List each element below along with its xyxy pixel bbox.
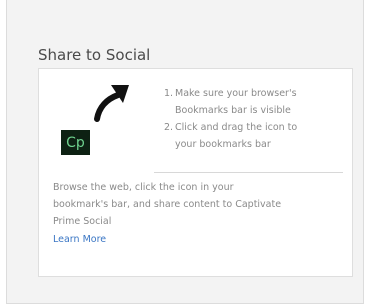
share-card: Cp 1. Make sure your browser's Bookmarks…: [38, 68, 353, 277]
curved-arrow-icon: [94, 85, 129, 122]
panel-title: Share to Social: [38, 46, 151, 64]
share-to-social-panel: Share to Social Cp 1. Make sure your bro…: [6, 0, 364, 304]
description: Browse the web, click the icon in your b…: [53, 179, 338, 230]
description-line: Browse the web, click the icon in your: [53, 182, 234, 193]
divider: [154, 172, 343, 173]
step-number: 1.: [164, 88, 174, 99]
description-line: Prime Social: [53, 216, 112, 227]
step-number: 2.: [164, 122, 174, 133]
step-text: Click and drag the icon to your bookmark…: [175, 119, 297, 153]
step-line: Make sure your browser's: [175, 88, 297, 99]
step-line: Bookmarks bar is visible: [175, 105, 291, 116]
learn-more-link[interactable]: Learn More: [53, 231, 106, 248]
captivate-bookmarklet-icon[interactable]: Cp: [61, 130, 90, 155]
step-text: Make sure your browser's Bookmarks bar i…: [175, 85, 297, 119]
instruction-steps: 1. Make sure your browser's Bookmarks ba…: [164, 85, 344, 153]
step-line: your bookmarks bar: [175, 139, 271, 150]
description-line: bookmark's bar, and share content to Cap…: [53, 199, 282, 210]
step-1: 1. Make sure your browser's Bookmarks ba…: [164, 85, 344, 119]
page: Share to Social Cp 1. Make sure your bro…: [0, 0, 369, 304]
step-line: Click and drag the icon to: [175, 122, 298, 133]
logo-text: Cp: [66, 134, 85, 151]
step-2: 2. Click and drag the icon to your bookm…: [164, 119, 344, 153]
